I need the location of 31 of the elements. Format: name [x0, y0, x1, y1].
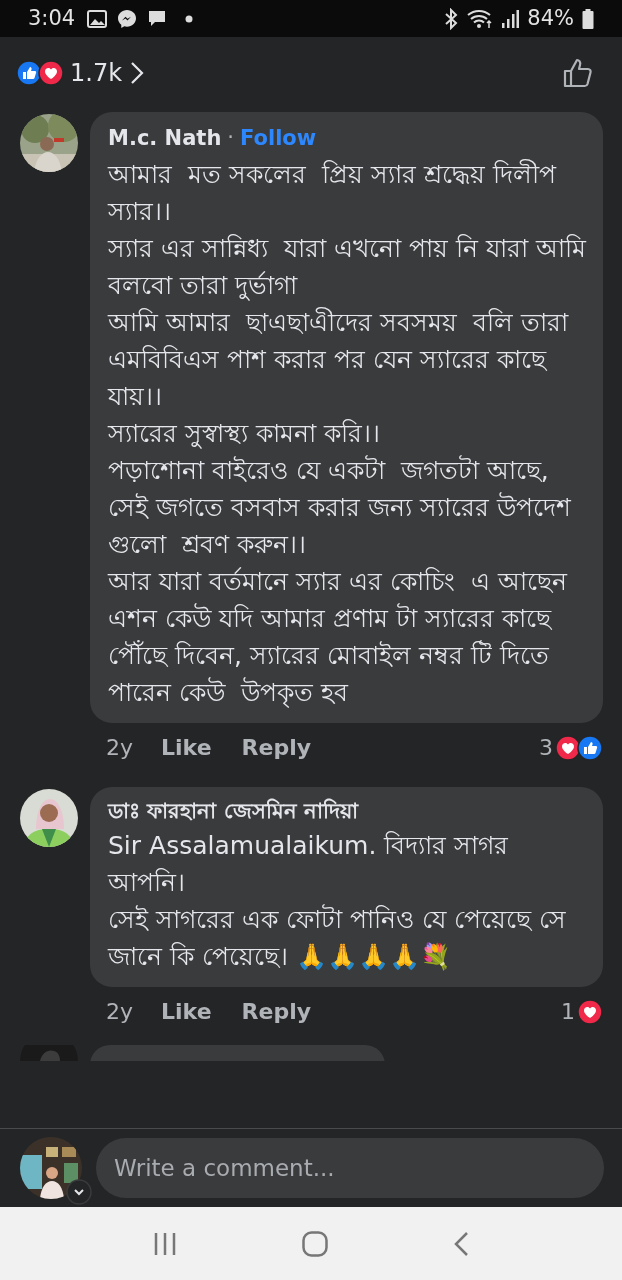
like-link[interactable]: Like	[161, 731, 212, 764]
home-icon[interactable]	[302, 1230, 328, 1257]
comment-reaction-count[interactable]: 1	[561, 995, 575, 1028]
comment-age: 2y	[106, 998, 134, 1026]
recent-apps-icon[interactable]	[152, 1231, 177, 1256]
chevron-down-icon[interactable]	[66, 1179, 92, 1205]
comment-text: আমার মত সকলের প্রিয় স্যার শ্রদ্ধেয় দিলীপ স্যার।। স্যার এর সান্নিধ্য যারা এখনো পায় নি যারা আমি বলবো তারা দুর্ভাগা আমি আমার ছাএছাএীদের সবসময় বলি তারা এমবিবিএস পাশ করার পর যেন স্যারের কাছে যায়।। স্যারের সুস্বাস্থ্য কামনা করি।। পড়াশোনা বাইরেও যে একটা জগতটা আছে, সেই জগতে বসবাস করার জন্য স্যারের উপদেশ গুলো শ্রবণ করুন।। আর যারা বর্তমানে স্যার এর কোচিং এ আছেন এশন কেউ যদি আমার প্রণাম টা স্যারের কাছে পৌঁছে দিবেন, স্যারের মোবাইল নম্বর টি দিতে পারেন কেউ উপকৃত হব	[108, 158, 588, 710]
image-icon	[87, 9, 108, 28]
reply-link[interactable]: Reply	[241, 731, 312, 764]
chat-icon	[147, 8, 168, 29]
like-link[interactable]: Like	[161, 995, 212, 1028]
back-icon[interactable]	[453, 1230, 470, 1257]
battery-icon	[582, 8, 594, 29]
comment-author[interactable]: ডাঃ ফারহানা জেসমিন নাদিয়া	[108, 796, 358, 825]
wifi-icon	[467, 8, 494, 29]
like-icon[interactable]	[562, 57, 594, 89]
comment-reaction-count[interactable]: 3	[539, 731, 553, 764]
reply-link[interactable]: Reply	[241, 995, 312, 1028]
signal-icon	[501, 8, 520, 29]
status-time: 3:04	[28, 4, 76, 32]
chevron-right-icon[interactable]	[130, 61, 145, 85]
dot-icon	[185, 14, 194, 23]
battery-percent: 84%	[527, 4, 574, 32]
separator-dot: ·	[227, 124, 235, 151]
bluetooth-icon	[443, 7, 460, 30]
comment-age: 2y	[106, 734, 134, 762]
comment-author[interactable]: M.c. Nath	[108, 123, 222, 152]
messenger-icon	[117, 8, 138, 29]
reaction-count[interactable]: 1.7k	[70, 55, 123, 91]
comment-input[interactable]: Write a comment...	[96, 1138, 604, 1198]
comment-text: Sir Assalamualaikum. বিদ্যার সাগর আপনি। সেই সাগরের এক ফোটা পানিও যে পেয়েছে সে জানে কি পেয়েছে। 🙏🙏🙏🙏💐	[108, 829, 567, 973]
